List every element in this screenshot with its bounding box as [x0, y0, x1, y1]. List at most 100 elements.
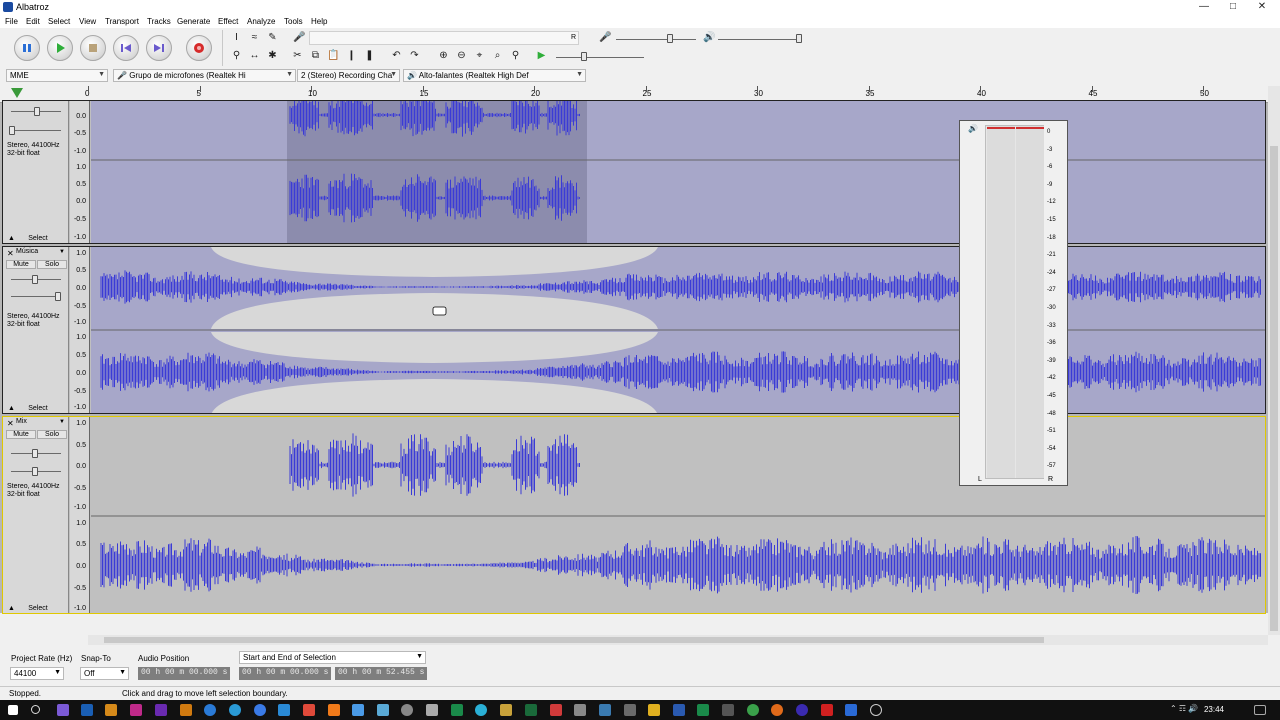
- record-button[interactable]: [186, 35, 212, 61]
- trim-icon[interactable]: ❙: [344, 49, 359, 63]
- recording-device-select[interactable]: 🎤 Grupo de microfones (Realtek Hi ▼: [113, 69, 296, 82]
- collapse-icon[interactable]: ▲: [8, 235, 15, 242]
- record-meter-icon[interactable]: 🎤: [292, 31, 307, 45]
- play-speed-slider[interactable]: [581, 52, 587, 61]
- app-icon-1[interactable]: [57, 704, 69, 716]
- pan-slider[interactable]: [32, 467, 38, 476]
- app-icon-5[interactable]: [303, 704, 315, 716]
- notifications-icon[interactable]: [1254, 705, 1266, 715]
- chrome-icon[interactable]: [747, 704, 759, 716]
- playback-device-select[interactable]: 🔊 Alto-falantes (Realtek High Def ▼: [403, 69, 586, 82]
- app-icon-8[interactable]: [377, 704, 389, 716]
- selection-start-value[interactable]: 00 h 00 m 00.000 s: [239, 667, 331, 680]
- fit-selection-icon[interactable]: ⌖: [472, 49, 487, 63]
- collapse-icon[interactable]: ▲: [8, 605, 15, 612]
- app-icon-10[interactable]: [451, 704, 463, 716]
- track-select-button[interactable]: Select: [23, 235, 53, 242]
- gain-slider[interactable]: [34, 107, 40, 116]
- vertical-scroll-thumb[interactable]: [1270, 146, 1278, 631]
- solo-button[interactable]: Solo: [37, 430, 67, 439]
- menu-view[interactable]: View: [79, 17, 96, 26]
- waveform-area[interactable]: [91, 417, 1265, 613]
- track-select-button[interactable]: Select: [23, 405, 53, 412]
- track-music[interactable]: ✕ Música ▼ Mute Solo Stereo, 44100Hz 32-…: [2, 246, 1266, 414]
- gain-slider[interactable]: [32, 449, 38, 458]
- app-icon-4[interactable]: [254, 704, 266, 716]
- edge-icon[interactable]: [204, 704, 216, 716]
- paste-icon[interactable]: 📋: [326, 49, 341, 63]
- word-icon[interactable]: [673, 704, 685, 716]
- track-mix[interactable]: ✕ Mix ▼ Mute Solo Stereo, 44100Hz 32-bit…: [2, 416, 1266, 614]
- track-name[interactable]: Música: [16, 248, 56, 258]
- mute-button[interactable]: Mute: [6, 430, 36, 439]
- skip-to-end-button[interactable]: [146, 35, 172, 61]
- app-icon-20[interactable]: [845, 704, 857, 716]
- app-icon-16[interactable]: [599, 704, 611, 716]
- premiere-icon[interactable]: [155, 704, 167, 716]
- app-icon-19[interactable]: [821, 704, 833, 716]
- audio-host-select[interactable]: MME ▼: [6, 69, 108, 82]
- close-track-icon[interactable]: ✕: [7, 249, 14, 258]
- record-volume-slider[interactable]: [667, 34, 673, 43]
- app-icon-18[interactable]: [722, 704, 734, 716]
- indesign-icon[interactable]: [130, 704, 142, 716]
- menu-select[interactable]: Select: [48, 17, 70, 26]
- windows-start-icon[interactable]: [8, 705, 18, 715]
- collapse-icon[interactable]: ▲: [8, 405, 15, 412]
- recording-channels-select[interactable]: 2 (Stereo) Recording Cha ▼: [297, 69, 400, 82]
- track-name[interactable]: Mix: [16, 418, 56, 428]
- track-select-button[interactable]: Select: [23, 605, 53, 612]
- app-icon-9[interactable]: [426, 704, 438, 716]
- skip-to-start-button[interactable]: [113, 35, 139, 61]
- app-icon-15[interactable]: [574, 704, 586, 716]
- menu-file[interactable]: File: [5, 17, 18, 26]
- silence-icon[interactable]: ❚: [362, 49, 377, 63]
- settings-icon[interactable]: [401, 704, 413, 716]
- copy-icon[interactable]: ⧉: [308, 49, 323, 63]
- redo-icon[interactable]: ↷: [407, 49, 422, 63]
- tray-icons[interactable]: ⌃ ☶ 🔊: [1170, 704, 1198, 713]
- vertical-scrollbar[interactable]: [1268, 86, 1280, 635]
- stop-button[interactable]: [80, 35, 106, 61]
- app-icon-2[interactable]: [105, 704, 117, 716]
- pause-button[interactable]: [14, 35, 40, 61]
- selection-mode-select[interactable]: Start and End of Selection ▼: [239, 651, 426, 664]
- menu-tools[interactable]: Tools: [284, 17, 303, 26]
- illustrator-icon[interactable]: [180, 704, 192, 716]
- snap-to-select[interactable]: Off ▼: [80, 667, 129, 680]
- close-track-icon[interactable]: ✕: [7, 419, 14, 428]
- app-icon-13[interactable]: [525, 704, 537, 716]
- app-icon-14[interactable]: [550, 704, 562, 716]
- app-icon-11[interactable]: [475, 704, 487, 716]
- menu-effect[interactable]: Effect: [218, 17, 238, 26]
- track-voice[interactable]: Stereo, 44100Hz 32-bit float ▲ Select 0.…: [2, 100, 1266, 244]
- waveform-area[interactable]: [91, 101, 1265, 243]
- horizontal-scrollbar[interactable]: [88, 635, 1268, 645]
- track-menu-icon[interactable]: ▼: [59, 249, 65, 255]
- playback-meter-window[interactable]: 🔊 0 -3 -6 -9 -12 -15 -18 -21 -24 -27 -30 -33 -36 -39 -…: [959, 120, 1068, 486]
- playback-volume-slider[interactable]: [796, 34, 802, 43]
- app-icon-12[interactable]: [500, 704, 512, 716]
- file-explorer-icon[interactable]: [648, 704, 660, 716]
- pan-slider[interactable]: [55, 292, 61, 301]
- app-icon-6[interactable]: [328, 704, 340, 716]
- zoom-in-icon[interactable]: ⊕: [436, 49, 451, 63]
- envelope-tool-icon[interactable]: ≈: [247, 31, 262, 45]
- close-window-button[interactable]: ✕: [1248, 0, 1276, 15]
- photoshop-icon[interactable]: [81, 704, 93, 716]
- menu-generate[interactable]: Generate: [177, 17, 210, 26]
- zoom-toggle-icon[interactable]: ⚲: [508, 49, 523, 63]
- excel-icon[interactable]: [697, 704, 709, 716]
- minimize-button[interactable]: —: [1190, 0, 1218, 15]
- draw-tool-icon[interactable]: ✎: [265, 31, 280, 45]
- vscode-icon[interactable]: [278, 704, 290, 716]
- project-rate-select[interactable]: 44100 ▼: [10, 667, 64, 680]
- multi-tool-icon[interactable]: ✱: [265, 49, 280, 63]
- solo-button[interactable]: Solo: [37, 260, 67, 269]
- selection-tool-icon[interactable]: I: [229, 31, 244, 45]
- search-icon[interactable]: [31, 705, 40, 714]
- fit-project-icon[interactable]: ⌕: [490, 49, 505, 63]
- menu-edit[interactable]: Edit: [26, 17, 40, 26]
- pan-slider[interactable]: [9, 126, 15, 135]
- maximize-button[interactable]: □: [1219, 0, 1247, 15]
